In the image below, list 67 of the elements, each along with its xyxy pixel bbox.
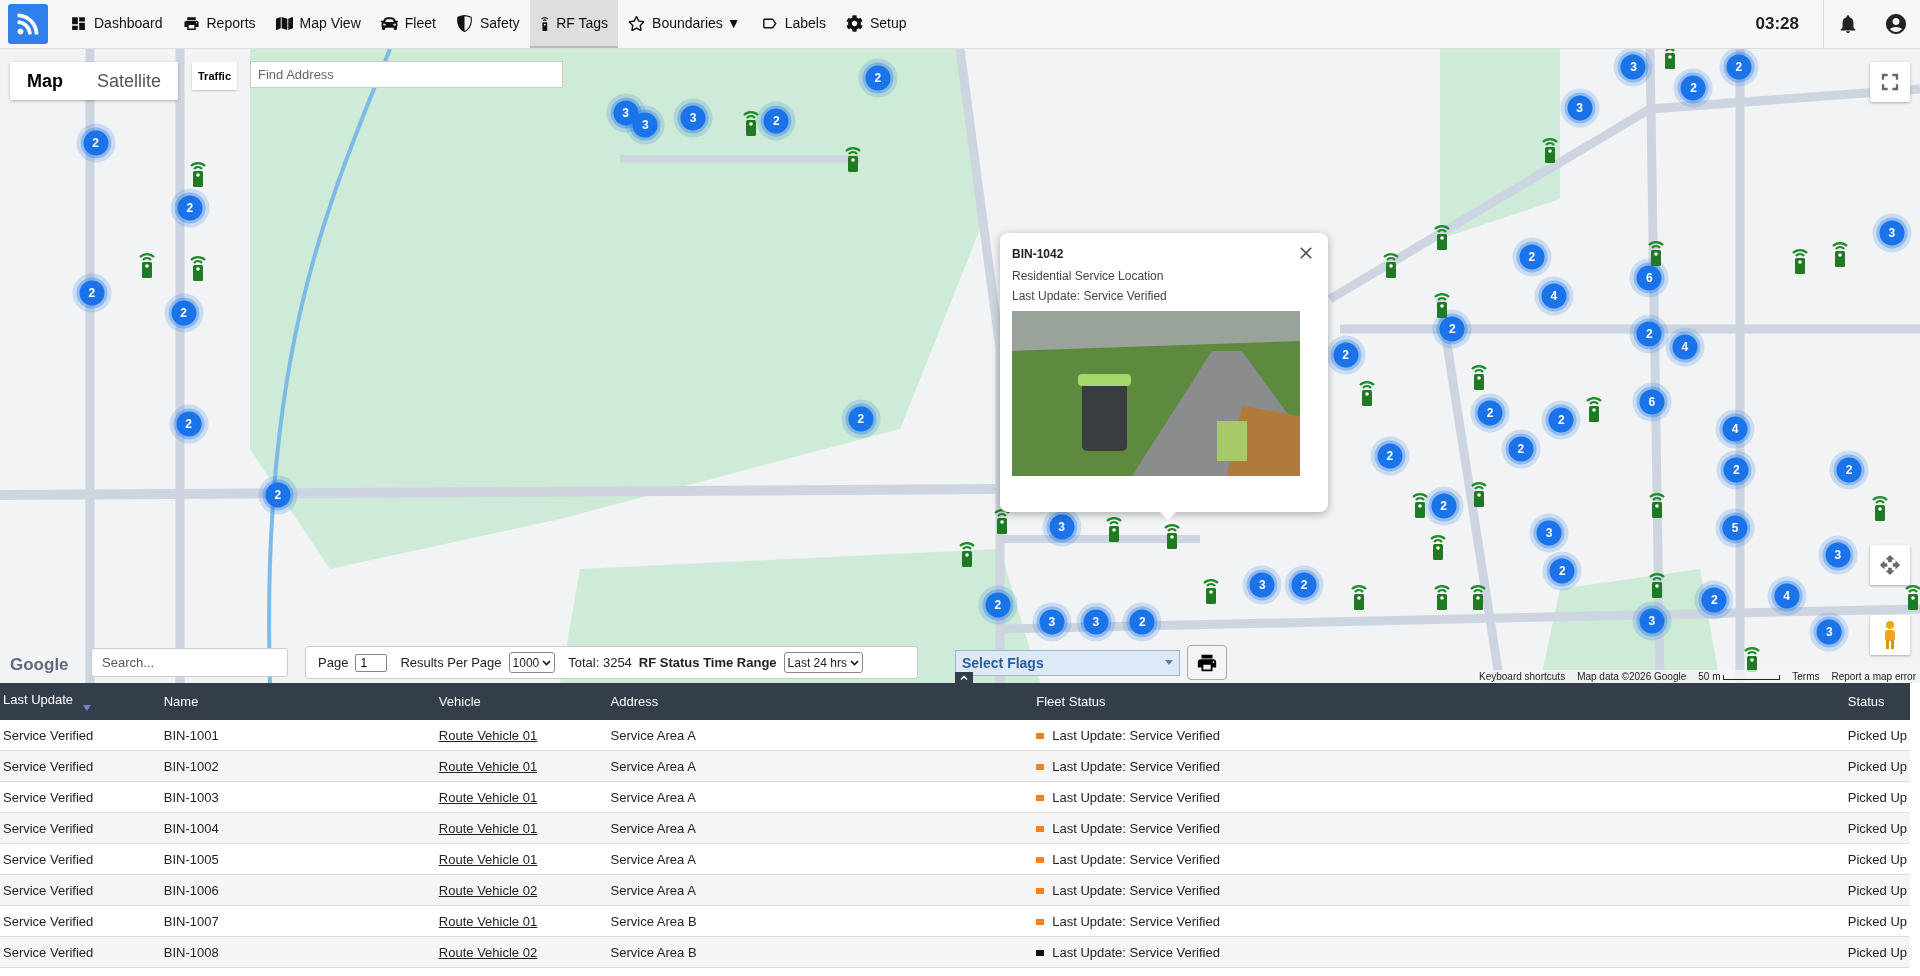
table-cell: BIN-1005: [163, 851, 219, 867]
vehicle-link[interactable]: Route Vehicle 01: [438, 727, 538, 743]
column-header[interactable]: Address: [610, 694, 659, 709]
shield-icon: [455, 14, 473, 32]
table-cell: Last Update: Service Verified: [1052, 790, 1220, 806]
table-cell: Picked Up: [1847, 913, 1907, 929]
nav-tab[interactable]: Map View: [265, 0, 371, 48]
column-header[interactable]: Vehicle: [438, 694, 481, 709]
nav-tab[interactable]: Setup: [835, 0, 917, 48]
table-cell: Picked Up: [1847, 882, 1907, 898]
column-header[interactable]: Name: [163, 694, 199, 709]
logo-icon[interactable]: [8, 4, 48, 44]
table-cell: Service Verified: [3, 944, 94, 960]
nav-tab[interactable]: Dashboard: [60, 0, 173, 48]
table-cell: Service Area A: [610, 882, 696, 898]
table-cell: Service Area A: [610, 758, 696, 774]
table-cell: Service Verified: [3, 851, 94, 867]
nav-tab[interactable]: Safety: [445, 0, 530, 48]
table-cell: Last Update: Service Verified: [1052, 821, 1220, 837]
nav-tab[interactable]: Fleet: [370, 0, 446, 48]
nav-tab[interactable]: Labels: [750, 0, 836, 48]
table-cell: BIN-1008: [163, 944, 219, 960]
table-cell: Picked Up: [1847, 727, 1907, 743]
table-cell: Service Area B: [610, 944, 697, 960]
map-icon: [275, 14, 293, 32]
table-cell: Service Verified: [3, 758, 94, 774]
table-cell: Service Verified: [3, 789, 94, 805]
table-cell: Service Area A: [610, 789, 696, 805]
table-cell: Service Area A: [610, 820, 696, 836]
vehicle-link[interactable]: Route Vehicle 01: [438, 789, 538, 805]
table-cell: Last Update: Service Verified: [1052, 883, 1220, 899]
table-cell: Service Area B: [610, 913, 697, 929]
table-cell: Service Area A: [610, 851, 696, 867]
table-cell: Last Update: Service Verified: [1052, 728, 1220, 744]
printer-icon: [182, 14, 200, 32]
clock-time: 03:28: [1755, 14, 1799, 34]
table-cell: Picked Up: [1847, 820, 1907, 836]
column-header[interactable]: Fleet Status: [1036, 694, 1106, 709]
table-cell: Last Update: Service Verified: [1052, 759, 1220, 775]
table-cell: BIN-1002: [163, 758, 219, 774]
car-icon: [380, 14, 398, 32]
table-cell: Picked Up: [1847, 851, 1907, 867]
table-cell: BIN-1003: [163, 789, 219, 805]
table-cell: Service Area A: [610, 727, 696, 743]
table-cell: Service Verified: [3, 820, 94, 836]
table-cell: Picked Up: [1847, 789, 1907, 805]
table-cell: BIN-1001: [163, 727, 219, 743]
table-cell: Last Update: Service Verified: [1052, 945, 1220, 961]
nav-tab[interactable]: RF Tags: [529, 0, 619, 48]
rf-tag-icon: [539, 15, 550, 31]
table-cell: Last Update: Service Verified: [1052, 914, 1220, 930]
table-cell: Picked Up: [1847, 944, 1907, 960]
vehicle-link[interactable]: Route Vehicle 01: [438, 913, 538, 929]
settings-icon: [845, 14, 863, 32]
star-icon: [628, 14, 646, 32]
table-cell: Service Verified: [3, 882, 94, 898]
nav-tab[interactable]: Reports: [172, 0, 266, 48]
table-cell: Last Update: Service Verified: [1052, 852, 1220, 868]
table-cell: BIN-1007: [163, 913, 219, 929]
table-cell: Picked Up: [1847, 758, 1907, 774]
table-cell: BIN-1006: [163, 882, 219, 898]
table-cell: Service Verified: [3, 727, 94, 743]
nav-tab[interactable]: Boundaries ▼: [618, 0, 751, 48]
table-cell: Service Verified: [3, 913, 94, 929]
vehicle-link[interactable]: Route Vehicle 01: [438, 851, 538, 867]
table-cell: BIN-1004: [163, 820, 219, 836]
dashboard-icon: [70, 14, 87, 32]
